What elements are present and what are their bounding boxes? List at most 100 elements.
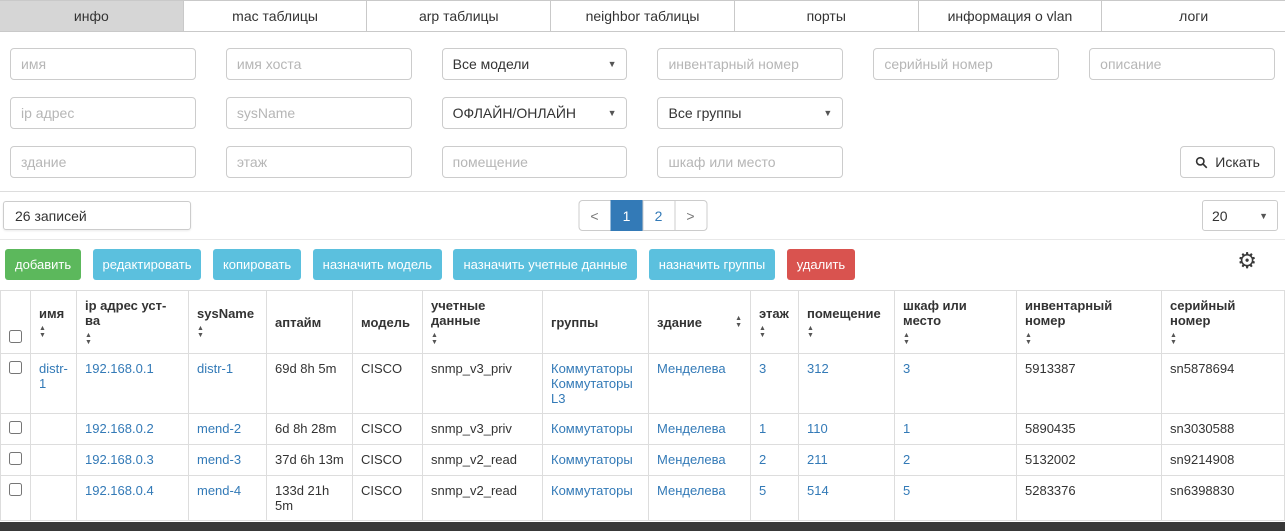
row-checkbox[interactable] [9,361,22,374]
sort-icon[interactable]: ▲▼ [903,332,910,346]
pagination-page-2[interactable]: 2 [642,200,675,231]
group-link[interactable]: Коммутаторы [551,452,640,467]
building-link[interactable]: Менделева [657,483,726,498]
sort-icon[interactable]: ▲▼ [1170,332,1177,346]
sort-icon[interactable]: ▲▼ [759,325,766,339]
floor-link[interactable]: 1 [759,421,766,436]
group-select-value: Все группы [668,105,741,121]
sysname-filter-input[interactable] [226,97,412,129]
floor-link[interactable]: 2 [759,452,766,467]
sort-icon[interactable]: ▲▼ [39,325,46,339]
assign-model-button[interactable]: назначить модель [313,249,442,280]
group-link[interactable]: Коммутаторы [551,361,640,376]
rack-link[interactable]: 2 [903,452,910,467]
sort-icon[interactable]: ▲▼ [1025,332,1032,346]
assign-credentials-button[interactable]: назначить учетные данные [453,249,637,280]
room-link[interactable]: 514 [807,483,829,498]
search-icon [1195,156,1208,169]
device-ip-link[interactable]: 192.168.0.1 [85,361,154,376]
device-sysname-link[interactable]: distr-1 [197,361,233,376]
serial-filter-input[interactable] [873,48,1059,80]
col-label: серийный номер [1170,298,1276,328]
group-select[interactable]: Все группы ▼ [657,97,843,129]
tab-ports[interactable]: порты [735,1,919,31]
group-link[interactable]: Коммутаторы [551,421,640,436]
checkbox-cell [1,414,31,445]
sort-icon[interactable]: ▲▼ [807,325,814,339]
status-select[interactable]: ОФЛАЙН/ОНЛАЙН ▼ [442,97,628,129]
copy-button[interactable]: копировать [213,249,301,280]
page-size-select[interactable]: 20 ▼ [1202,200,1278,231]
floor-filter-input[interactable] [226,146,412,178]
building-cell: Менделева [649,414,751,445]
sort-icon[interactable]: ▲▼ [197,325,204,339]
tab-mac-tables[interactable]: mac таблицы [184,1,368,31]
building-link[interactable]: Менделева [657,361,726,376]
ip-filter-input[interactable] [10,97,196,129]
tab-neighbor-tables[interactable]: neighbor таблицы [551,1,735,31]
description-filter-input[interactable] [1089,48,1275,80]
device-ip-link[interactable]: 192.168.0.2 [85,421,154,436]
col-header-building[interactable]: здание▲▼ [649,291,751,354]
uptime-cell: 69d 8h 5m [267,354,353,414]
tab-info[interactable]: инфо [0,1,184,31]
rack-link[interactable]: 3 [903,361,910,376]
device-ip-link[interactable]: 192.168.0.3 [85,452,154,467]
sysname-cell: distr-1 [189,354,267,414]
sort-icon[interactable]: ▲▼ [85,332,92,346]
col-header-ip[interactable]: ip адрес уст-ва▲▼ [77,291,189,354]
device-sysname-link[interactable]: mend-3 [197,452,241,467]
gear-icon[interactable]: ⚙ [1237,248,1257,274]
model-select[interactable]: Все модели ▼ [442,48,628,80]
edit-button[interactable]: редактировать [93,249,202,280]
select-all-checkbox[interactable] [9,330,22,343]
group-link[interactable]: Коммутаторы L3 [551,376,640,406]
row-checkbox[interactable] [9,421,22,434]
pagination-page-1[interactable]: 1 [610,200,643,231]
room-link[interactable]: 211 [807,452,828,467]
col-header-groups: группы [543,291,649,354]
sort-icon[interactable]: ▲▼ [431,332,438,346]
col-header-name[interactable]: имя▲▼ [31,291,77,354]
hostname-filter-input[interactable] [226,48,412,80]
list-controls: 26 записей < 1 2 > 20 ▼ [0,192,1285,240]
col-header-sysname[interactable]: sysName▲▼ [189,291,267,354]
room-link[interactable]: 110 [807,421,828,436]
assign-groups-button[interactable]: назначить группы [649,249,775,280]
col-header-inventory[interactable]: инвентарный номер▲▼ [1017,291,1162,354]
pagination-next-button[interactable]: > [674,200,707,231]
device-name-link[interactable]: distr-1 [39,361,68,391]
inventory-filter-input[interactable] [657,48,843,80]
tab-logs[interactable]: логи [1102,1,1285,31]
group-link[interactable]: Коммутаторы [551,483,640,498]
rack-link[interactable]: 5 [903,483,910,498]
tab-vlan-info[interactable]: информация о vlan [919,1,1103,31]
rack-link[interactable]: 1 [903,421,910,436]
building-link[interactable]: Менделева [657,421,726,436]
device-sysname-link[interactable]: mend-2 [197,421,241,436]
device-ip-link[interactable]: 192.168.0.4 [85,483,154,498]
groups-cell: Коммутаторы Коммутаторы L3 [543,354,649,414]
delete-button[interactable]: удалить [787,249,855,280]
floor-link[interactable]: 3 [759,361,766,376]
add-button[interactable]: добавить [5,249,81,280]
row-checkbox[interactable] [9,483,22,496]
room-filter-input[interactable] [442,146,628,178]
col-header-serial[interactable]: серийный номер ▲▼ [1162,291,1285,354]
col-header-credentials[interactable]: учетные данные▲▼ [423,291,543,354]
rack-filter-input[interactable] [657,146,843,178]
tab-arp-tables[interactable]: arp таблицы [367,1,551,31]
building-link[interactable]: Менделева [657,452,726,467]
room-link[interactable]: 312 [807,361,829,376]
building-filter-input[interactable] [10,146,196,178]
col-header-room[interactable]: помещение▲▼ [799,291,895,354]
col-header-rack[interactable]: шкаф или место▲▼ [895,291,1017,354]
device-sysname-link[interactable]: mend-4 [197,483,241,498]
name-filter-input[interactable] [10,48,196,80]
search-button[interactable]: Искать [1180,146,1275,178]
sort-icon[interactable]: ▲▼ [735,315,742,329]
floor-link[interactable]: 5 [759,483,766,498]
pagination-prev-button[interactable]: < [578,200,611,231]
row-checkbox[interactable] [9,452,22,465]
col-header-floor[interactable]: этаж▲▼ [751,291,799,354]
